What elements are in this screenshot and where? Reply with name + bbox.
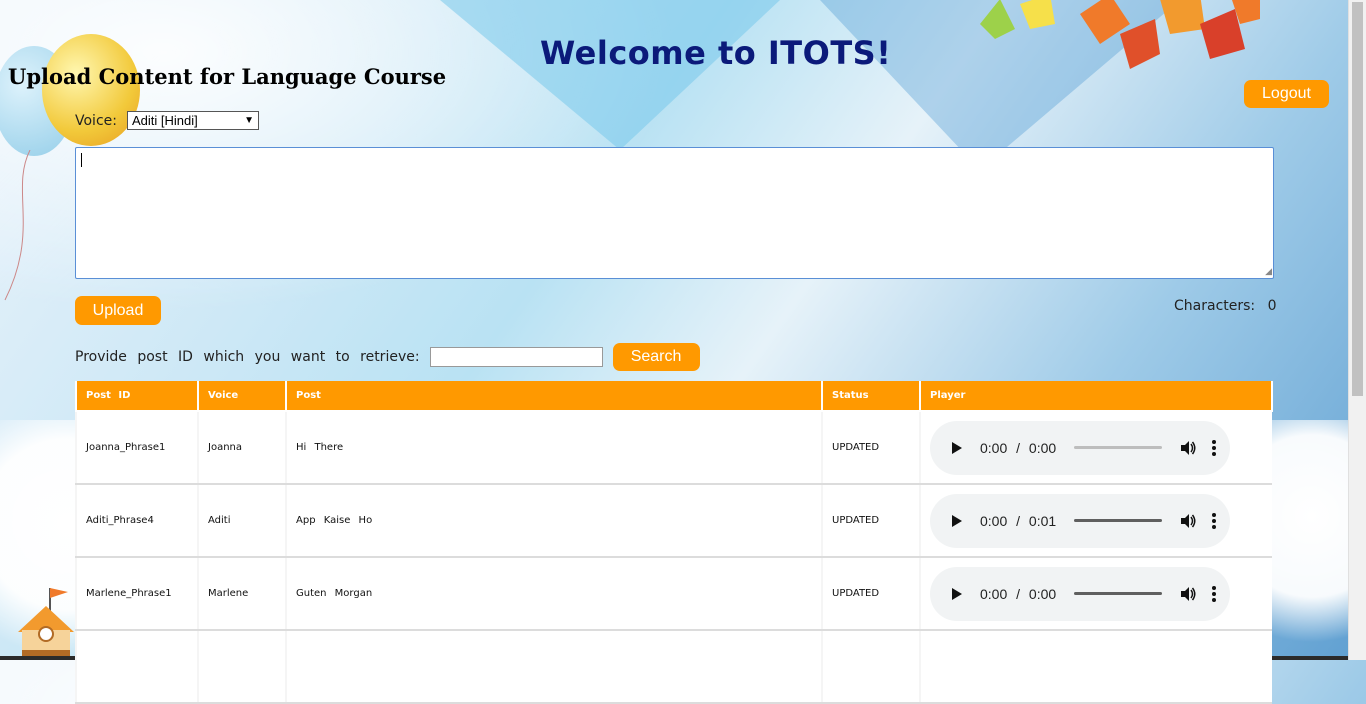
more-options-icon[interactable] bbox=[1212, 439, 1216, 456]
audio-time: 0:00 / 0:00 bbox=[980, 439, 1057, 456]
autumn-leaves-decoration bbox=[980, 0, 1260, 69]
voice-selector-row: Voice: Aditi [Hindi] ▼ bbox=[75, 111, 259, 130]
post-id-input[interactable] bbox=[429, 347, 603, 367]
audio-time: 0:00 / 0:01 bbox=[980, 512, 1057, 529]
table-row: Marlene_Phrase1 Marlene Guten Morgan UPD… bbox=[75, 557, 1272, 631]
audio-player: 0:00 / 0:00 bbox=[930, 566, 1230, 621]
column-header-post: Post bbox=[285, 381, 823, 412]
scrollbar-thumb[interactable] bbox=[1352, 2, 1363, 396]
post-id-cell: Marlene_Phrase1 bbox=[75, 557, 198, 631]
play-icon[interactable] bbox=[952, 441, 962, 454]
page-scrollbar[interactable] bbox=[1348, 0, 1366, 660]
column-header-voice: Voice bbox=[197, 381, 287, 412]
audio-progress-bar[interactable] bbox=[1074, 592, 1162, 595]
text-cursor bbox=[81, 153, 82, 167]
post-cell: App Kaise Ho bbox=[285, 484, 822, 558]
status-cell: UPDATED bbox=[821, 411, 920, 485]
voice-cell: Joanna bbox=[197, 411, 286, 485]
characters-label: Characters: bbox=[1174, 298, 1256, 314]
characters-count: 0 bbox=[1267, 298, 1277, 314]
more-options-icon[interactable] bbox=[1212, 585, 1216, 602]
retrieve-label: Provide post ID which you want to retrie… bbox=[75, 349, 420, 365]
background-shape bbox=[440, 0, 780, 150]
volume-icon[interactable] bbox=[1180, 513, 1196, 529]
voice-label: Voice: bbox=[75, 112, 117, 129]
voice-select-value: Aditi [Hindi] bbox=[131, 113, 198, 128]
audio-progress-bar[interactable] bbox=[1074, 519, 1162, 522]
table-row: Joanna_Phrase1 Joanna Hi There UPDATED 0… bbox=[75, 411, 1272, 485]
status-cell: UPDATED bbox=[821, 557, 920, 631]
table-row: Aditi_Phrase4 Aditi App Kaise Ho UPDATED… bbox=[75, 484, 1272, 558]
audio-player: 0:00 / 0:00 bbox=[930, 420, 1230, 475]
player-cell: 0:00 / 0:00 bbox=[919, 557, 1272, 631]
column-header-status: Status bbox=[821, 381, 921, 412]
play-icon[interactable] bbox=[952, 587, 962, 600]
chevron-down-icon: ▼ bbox=[244, 115, 254, 126]
voice-cell: Marlene bbox=[197, 557, 286, 631]
resize-handle-icon[interactable]: ◢ bbox=[1265, 267, 1272, 277]
logout-button[interactable]: Logout bbox=[1244, 80, 1329, 108]
column-header-player: Player bbox=[919, 381, 1273, 412]
balloon-string-decoration bbox=[4, 150, 31, 301]
upload-button[interactable]: Upload bbox=[75, 296, 161, 325]
table-row bbox=[75, 630, 1272, 704]
player-cell: 0:00 / 0:00 bbox=[919, 411, 1272, 485]
table-header-row: Post ID Voice Post Status Player bbox=[75, 381, 1273, 412]
audio-time: 0:00 / 0:00 bbox=[980, 585, 1057, 602]
section-heading: Upload Content for Language Course bbox=[8, 64, 447, 89]
player-cell: 0:00 / 0:01 bbox=[919, 484, 1272, 558]
post-cell: Guten Morgan bbox=[285, 557, 822, 631]
page-title: Welcome to ITOTS! bbox=[540, 34, 892, 72]
post-id-cell: Joanna_Phrase1 bbox=[75, 411, 198, 485]
search-button[interactable]: Search bbox=[612, 343, 700, 371]
audio-player: 0:00 / 0:01 bbox=[930, 493, 1230, 548]
volume-icon[interactable] bbox=[1180, 440, 1196, 456]
voice-select[interactable]: Aditi [Hindi] ▼ bbox=[126, 111, 259, 130]
volume-icon[interactable] bbox=[1180, 586, 1196, 602]
post-id-cell: Aditi_Phrase4 bbox=[75, 484, 198, 558]
more-options-icon[interactable] bbox=[1212, 512, 1216, 529]
play-icon[interactable] bbox=[952, 514, 962, 527]
content-textarea[interactable]: ◢ bbox=[75, 147, 1274, 279]
retrieve-row: Provide post ID which you want to retrie… bbox=[75, 343, 700, 371]
audio-progress-bar[interactable] bbox=[1074, 446, 1162, 449]
column-header-post-id: Post ID bbox=[75, 381, 199, 412]
voice-cell: Aditi bbox=[197, 484, 286, 558]
status-cell: UPDATED bbox=[821, 484, 920, 558]
posts-table: Post ID Voice Post Status Player Joanna_… bbox=[75, 381, 1273, 704]
character-counter: Characters: 0 bbox=[1174, 298, 1277, 314]
school-decoration bbox=[18, 588, 74, 660]
post-cell: Hi There bbox=[285, 411, 822, 485]
